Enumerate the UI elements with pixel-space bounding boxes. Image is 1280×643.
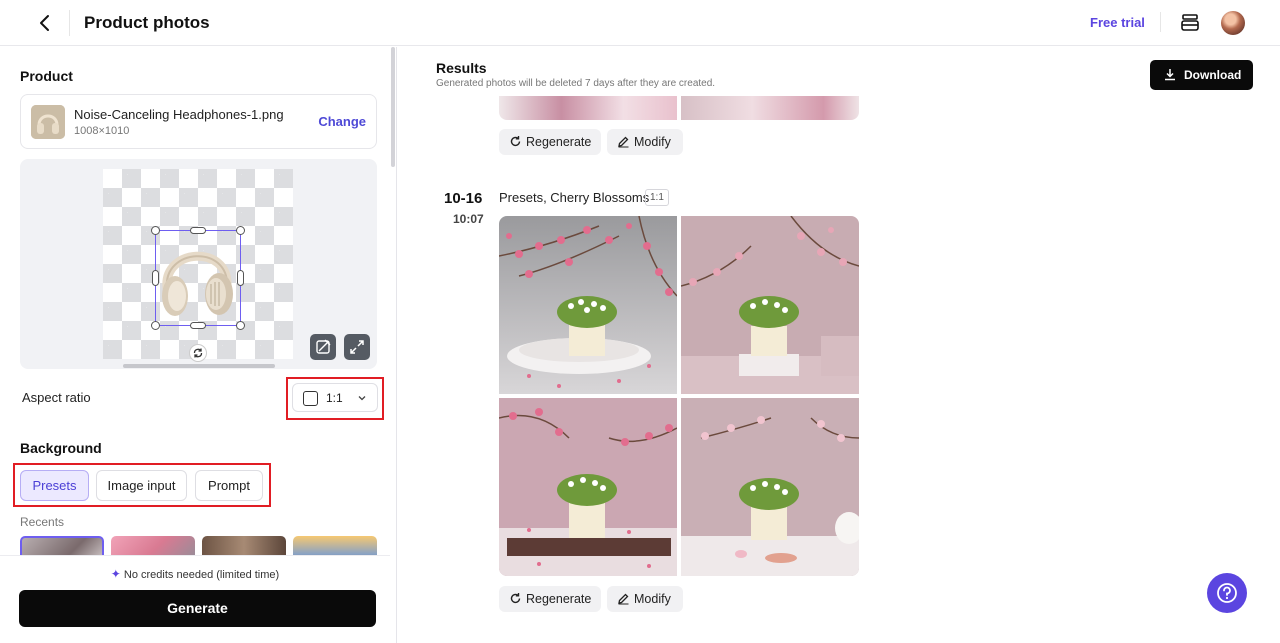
resize-handle[interactable] [236,321,245,330]
header-divider [1160,12,1161,32]
tab-image-input[interactable]: Image input [96,470,187,501]
resize-handle[interactable] [236,226,245,235]
aspect-ratio-label: Aspect ratio [22,390,91,405]
header-divider [69,10,70,36]
resize-handle[interactable] [237,270,244,286]
product-section-title: Product [20,68,73,84]
help-icon [1217,583,1237,603]
batch-label: Presets, Cherry Blossoms [499,190,650,205]
rotate-button[interactable] [189,344,207,362]
credits-note-text: No credits needed (limited time) [123,569,280,581]
regenerate-label: Regenerate [526,592,592,606]
modify-label: Modify [634,592,671,606]
result-grid [499,216,859,576]
refresh-icon [510,136,521,147]
rotate-icon [193,348,203,358]
background-section-title: Background [20,440,102,456]
back-button[interactable] [33,11,57,35]
tab-presets[interactable]: Presets [20,470,89,501]
layers-icon [1181,14,1199,31]
panel-scrollbar[interactable] [390,47,396,643]
modify-label: Modify [634,135,671,149]
modify-button[interactable]: Modify [607,586,683,612]
layers-button[interactable] [1180,12,1200,34]
canvas-scrollbar[interactable] [123,364,275,368]
regenerate-button[interactable]: Regenerate [499,586,601,612]
result-photo[interactable] [499,398,677,576]
square-ratio-icon [303,391,318,406]
pencil-icon [618,593,629,605]
download-label: Download [1184,68,1242,82]
credits-note: ✦ No credits needed (limited time) [0,567,390,581]
result-photo[interactable] [681,398,859,576]
result-photo[interactable] [499,216,677,394]
previous-batch-photos [499,96,859,120]
refresh-icon [510,593,521,604]
resize-handle[interactable] [190,322,206,329]
batch-time: 10:07 [453,212,484,226]
resize-handle[interactable] [151,321,160,330]
edit-background-icon [316,339,331,354]
batch-date: 10-16 [444,190,483,207]
result-photo[interactable] [499,96,677,120]
free-trial-link[interactable]: Free trial [1090,15,1145,30]
scrollbar-thumb[interactable] [391,47,395,167]
avatar[interactable] [1221,11,1245,35]
settings-panel: Product Noise-Canceling Headphones-1.png… [0,47,397,643]
results-subtitle: Generated photos will be deleted 7 days … [436,78,716,89]
sparkle-icon: ✦ [110,567,121,581]
expand-button[interactable] [344,334,370,360]
resize-handle[interactable] [190,227,206,234]
top-header: Product photos Free trial [0,0,1280,46]
recents-label: Recents [20,515,65,529]
product-thumbnail [31,105,65,139]
product-dimensions: 1008×1010 [74,125,130,137]
result-photo[interactable] [681,96,859,120]
tab-prompt[interactable]: Prompt [195,470,263,501]
results-title: Results [436,60,487,76]
aspect-ratio-select[interactable]: 1:1 [292,383,378,412]
product-canvas[interactable] [20,159,377,369]
expand-icon [350,340,364,354]
help-button[interactable] [1207,573,1247,613]
download-button[interactable]: Download [1150,60,1253,90]
pencil-icon [618,136,629,148]
regenerate-label: Regenerate [526,135,592,149]
download-icon [1165,69,1175,81]
generate-button[interactable]: Generate [19,590,376,627]
resize-handle[interactable] [152,270,159,286]
product-card: Noise-Canceling Headphones-1.png 1008×10… [20,94,377,149]
modify-button[interactable]: Modify [607,129,683,155]
result-photo[interactable] [681,216,859,394]
page-title: Product photos [84,13,210,32]
chevron-left-icon [40,15,49,31]
regenerate-button[interactable]: Regenerate [499,129,601,155]
edit-background-button[interactable] [310,334,336,360]
resize-handle[interactable] [151,226,160,235]
ratio-badge: 1:1 [645,189,669,206]
generate-bar: ✦ No credits needed (limited time) Gener… [0,555,390,643]
aspect-ratio-value: 1:1 [326,391,343,405]
product-file-name: Noise-Canceling Headphones-1.png [74,107,284,122]
chevron-down-icon [358,396,366,401]
change-product-button[interactable]: Change [318,114,366,129]
selection-box[interactable] [151,226,245,330]
